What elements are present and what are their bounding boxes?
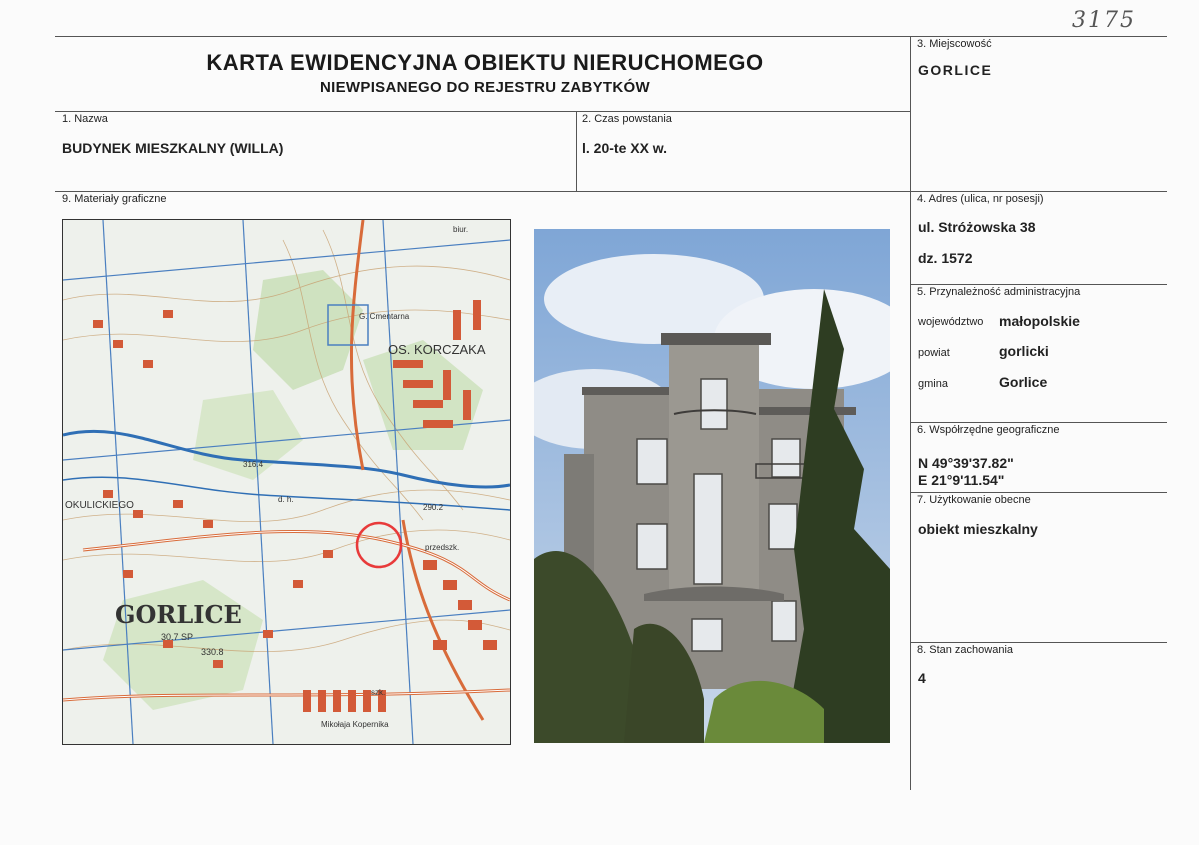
field-label-przynaleznosc: 5. Przynależność administracyjna bbox=[917, 286, 1081, 298]
field-value-uzytkowanie: obiekt mieszkalny bbox=[918, 521, 1038, 537]
label-wojewodztwo: województwo bbox=[918, 316, 984, 328]
field-value-adres-plot: dz. 1572 bbox=[918, 250, 973, 266]
building-photo bbox=[534, 229, 890, 743]
topographic-map: GORLICE OS. KORCZAKA G. Cmentarna OKULIC… bbox=[62, 219, 511, 745]
value-gmina: Gorlice bbox=[999, 374, 1048, 390]
map-label-cemetery: G. Cmentarna bbox=[359, 312, 410, 321]
rule-coords-bottom bbox=[910, 492, 1167, 493]
map-label-district: OS. KORCZAKA bbox=[388, 342, 486, 357]
field-value-adres-street: ul. Stróżowska 38 bbox=[918, 219, 1036, 235]
rule-name-bottom bbox=[55, 191, 1167, 192]
map-label-height-3: 30.7 SP bbox=[161, 632, 194, 642]
map-label-height-1: 316.4 bbox=[243, 460, 264, 469]
value-powiat: gorlicki bbox=[999, 343, 1049, 359]
rule-right-column bbox=[910, 36, 911, 790]
rule-usage-bottom bbox=[910, 642, 1167, 643]
field-label-uzytkowanie: 7. Użytkowanie obecne bbox=[917, 494, 1031, 506]
value-latitude: N 49°39'37.82" bbox=[918, 455, 1014, 471]
field-label-nazwa: 1. Nazwa bbox=[62, 113, 108, 125]
document-subtitle: NIEWPISANEGO DO REJESTRU ZABYTKÓW bbox=[320, 79, 650, 96]
rule-header-bottom bbox=[55, 111, 911, 112]
map-label-height-4: 330.8 bbox=[201, 647, 224, 657]
document-title: KARTA EWIDENCYJNA OBIEKTU NIERUCHOMEGO bbox=[206, 50, 764, 75]
map-label-szkola: szk. bbox=[371, 688, 386, 697]
photo-graphic bbox=[534, 229, 890, 743]
map-label-height-2: 290.2 bbox=[423, 503, 444, 512]
field-label-miejscowosc: 3. Miejscowość bbox=[917, 38, 992, 50]
field-label-czas: 2. Czas powstania bbox=[582, 113, 672, 125]
field-label-materialy: 9. Materiały graficzne bbox=[62, 193, 167, 205]
map-label-przedszkole: przedszk. bbox=[425, 543, 460, 552]
value-wojewodztwo: małopolskie bbox=[999, 313, 1080, 329]
rule-admin-bottom bbox=[910, 422, 1167, 423]
map-label-dh: d. h. bbox=[278, 495, 294, 504]
map-label-biuro: biur. bbox=[453, 225, 469, 234]
map-label-street-okulickiego: OKULICKIEGO bbox=[65, 500, 134, 511]
value-longitude: E 21°9'11.54" bbox=[918, 472, 1005, 488]
field-value-stan: 4 bbox=[918, 670, 926, 686]
archive-number: 3175 bbox=[1072, 8, 1136, 33]
field-value-miejscowosc: GORLICE bbox=[918, 62, 993, 78]
field-value-nazwa: BUDYNEK MIESZKALNY (WILLA) bbox=[62, 140, 284, 156]
rule-address-bottom bbox=[910, 284, 1167, 285]
field-label-wspolrzedne: 6. Współrzędne geograficzne bbox=[917, 424, 1060, 436]
map-label-street-kopernika: Mikołaja Kopernika bbox=[321, 720, 389, 729]
rule-name-divider bbox=[576, 111, 577, 191]
label-powiat: powiat bbox=[918, 347, 950, 359]
map-graphic bbox=[63, 220, 510, 744]
field-value-czas: l. 20-te XX w. bbox=[582, 140, 668, 156]
label-gmina: gmina bbox=[918, 378, 948, 390]
field-label-adres: 4. Adres (ulica, nr posesji) bbox=[917, 193, 1044, 205]
map-label-town: GORLICE bbox=[115, 600, 242, 629]
field-label-stan: 8. Stan zachowania bbox=[917, 644, 1014, 656]
rule-top bbox=[55, 36, 1167, 37]
